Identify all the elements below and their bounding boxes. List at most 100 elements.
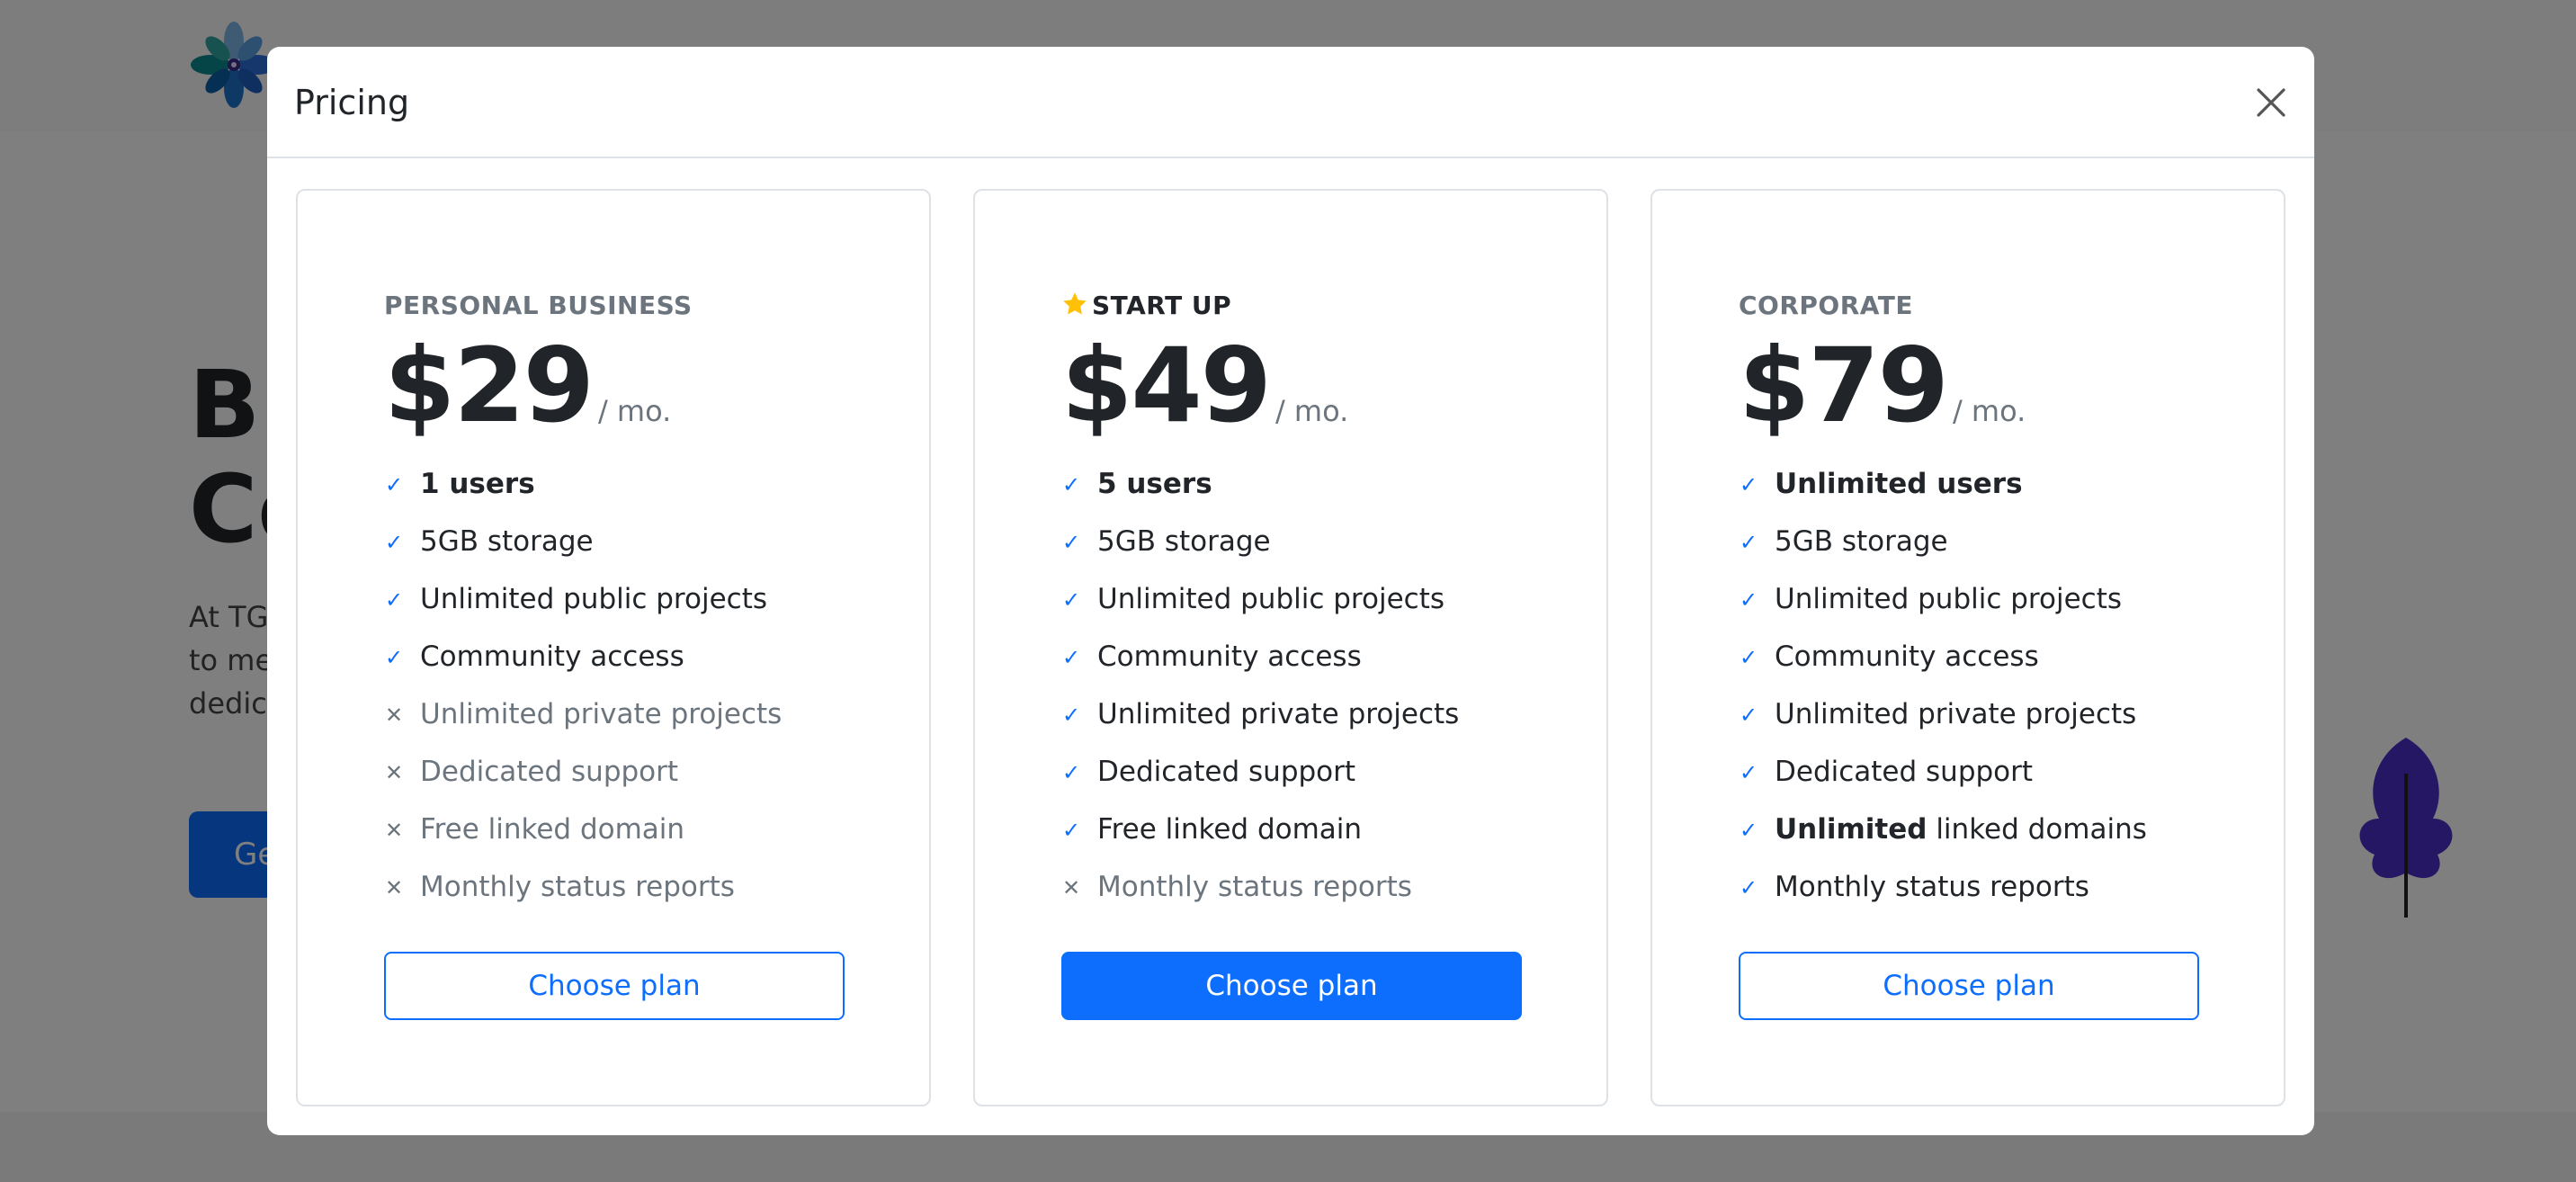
modal-title: Pricing [294,83,410,122]
pricing-card-personal-business: PERSONAL BUSINESS $29/ mo. ✓ 1 users ✓ 5GB … [296,189,931,1106]
feature-item: ✓ Monthly status reports [1739,858,2199,916]
feature-item: ✓ 5GB storage [1739,513,2199,570]
plan-name: START UP [1092,291,1232,320]
x-mark-icon: ✕ [384,875,404,900]
pricing-card-start-up: START UP $49/ mo. ✓ 5 users ✓ 5GB storage ✓ U… [973,189,1608,1106]
price-row: $49/ mo. [1061,327,1522,444]
feature-text: Community access [1775,640,2039,673]
card-body: PERSONAL BUSINESS $29/ mo. ✓ 1 users ✓ 5GB … [384,288,845,1020]
check-icon: ✓ [1739,760,1758,785]
check-icon: ✓ [384,587,404,613]
plan-price: $49 [1061,326,1272,445]
check-icon: ✓ [1061,703,1081,728]
feature-text: Monthly status reports [1097,871,1412,903]
feature-item: ✕ Monthly status reports [1061,858,1522,916]
feature-text-suffix: linked domains [1927,813,2147,846]
choose-plan-button[interactable]: Choose plan [1061,952,1522,1020]
feature-list: ✓ Unlimited users ✓ 5GB storage ✓ Unlimited p… [1739,455,2199,916]
check-icon: ✓ [1061,530,1081,555]
plan-name-row: START UP [1061,288,1522,324]
check-icon: ✓ [1739,818,1758,843]
close-icon[interactable] [2246,77,2296,128]
feature-item: ✓ 5GB storage [384,513,845,570]
feature-text: Monthly status reports [1775,871,2089,903]
feature-text-strong: Unlimited [1775,813,1928,846]
feature-item: ✓ Unlimited public projects [1061,570,1522,628]
choose-plan-button[interactable]: Choose plan [384,952,845,1020]
feature-text: Community access [420,640,684,673]
price-period: / mo. [597,394,672,428]
feature-text: Dedicated support [1097,756,1356,788]
card-body: START UP $49/ mo. ✓ 5 users ✓ 5GB storage ✓ U… [1061,288,1522,1020]
card-body: CORPORATE $79/ mo. ✓ Unlimited users ✓ 5GB … [1739,288,2199,1020]
feature-item: ✓ Unlimited public projects [384,570,845,628]
check-icon: ✓ [1739,875,1758,900]
feature-item: ✕ Free linked domain [384,801,845,858]
plan-price: $79 [1739,326,1949,445]
plan-price: $29 [384,326,595,445]
check-icon: ✓ [384,645,404,670]
choose-plan-button[interactable]: Choose plan [1739,952,2199,1020]
feature-text: 5GB storage [420,525,594,558]
check-icon: ✓ [1061,818,1081,843]
star-icon [1063,292,1087,315]
feature-text: Community access [1097,640,1362,673]
check-icon: ✓ [1739,587,1758,613]
feature-text: Dedicated support [420,756,679,788]
feature-item: ✓ Free linked domain [1061,801,1522,858]
check-icon: ✓ [1061,472,1081,497]
x-mark-icon: ✕ [1061,875,1081,900]
price-row: $29/ mo. [384,327,845,444]
feature-item: ✓ Community access [1061,628,1522,685]
feature-text: Dedicated support [1775,756,2034,788]
x-mark-icon: ✕ [384,703,404,728]
feature-item: ✓ Dedicated support [1739,743,2199,801]
modal-header: Pricing [267,47,2314,158]
feature-item: ✓ 1 users [384,455,845,513]
check-icon: ✓ [1061,587,1081,613]
check-icon: ✓ [1739,472,1758,497]
feature-item: ✓ Unlimited public projects [1739,570,2199,628]
plan-name: CORPORATE [1739,291,1914,320]
feature-text: 5GB storage [1775,525,1948,558]
feature-item: ✓ Dedicated support [1061,743,1522,801]
feature-text: 5GB storage [1097,525,1271,558]
check-icon: ✓ [1061,760,1081,785]
feature-text: Unlimited private projects [1775,698,2137,730]
feature-item: ✓ Unlimited private projects [1061,685,1522,743]
feature-text-strong: 1 users [420,468,535,500]
feature-item: ✓ Unlimited users [1739,455,2199,513]
check-icon: ✓ [1739,645,1758,670]
feature-item: ✓ Community access [384,628,845,685]
pricing-modal: Pricing PERSONAL BUSINESS $29/ mo. ✓ 1 us… [267,47,2314,1135]
feature-text-strong: Unlimited users [1775,468,2023,500]
check-icon: ✓ [1739,530,1758,555]
feature-text: Unlimited public projects [1097,583,1445,615]
price-period: / mo. [1952,394,2026,428]
feature-item: ✕ Dedicated support [384,743,845,801]
feature-text: Unlimited public projects [1775,583,2123,615]
feature-item: ✕ Unlimited private projects [384,685,845,743]
feature-item: ✓ 5 users [1061,455,1522,513]
feature-item: ✓ Unlimited linked domains [1739,801,2199,858]
feature-text: Free linked domain [420,813,685,846]
feature-list: ✓ 1 users ✓ 5GB storage ✓ Unlimited public pr… [384,455,845,916]
feature-item: ✓ 5GB storage [1061,513,1522,570]
feature-text-strong: 5 users [1097,468,1212,500]
check-icon: ✓ [1061,645,1081,670]
feature-item: ✓ Community access [1739,628,2199,685]
feature-text: Free linked domain [1097,813,1363,846]
check-icon: ✓ [1739,703,1758,728]
feature-text: Unlimited public projects [420,583,768,615]
page: olio Bu Co At TGF to me dedica Ge Pricin… [0,0,2576,1182]
feature-text: Monthly status reports [420,871,735,903]
feature-item: ✕ Monthly status reports [384,858,845,916]
pricing-card-corporate: CORPORATE $79/ mo. ✓ Unlimited users ✓ 5GB … [1650,189,2285,1106]
check-icon: ✓ [384,472,404,497]
check-icon: ✓ [384,530,404,555]
feature-list: ✓ 5 users ✓ 5GB storage ✓ Unlimited public pr… [1061,455,1522,916]
price-row: $79/ mo. [1739,327,2199,444]
plan-name: PERSONAL BUSINESS [384,291,693,320]
price-period: / mo. [1275,394,1349,428]
feature-text: Unlimited private projects [1097,698,1460,730]
